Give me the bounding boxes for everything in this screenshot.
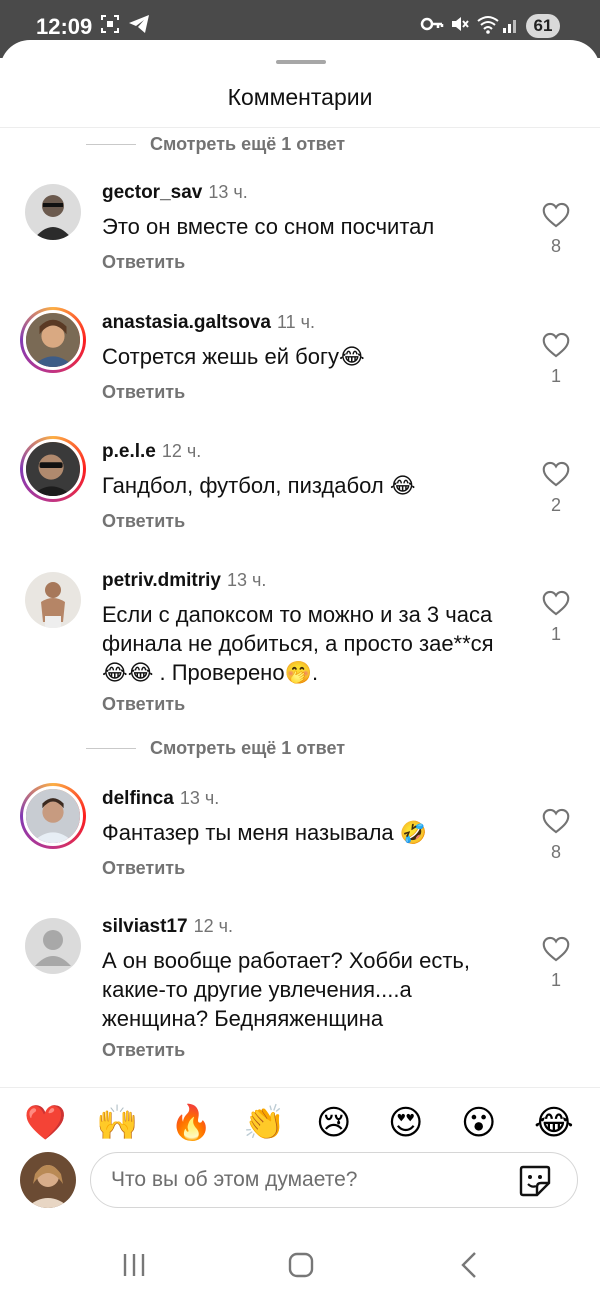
comment-time: 11 ч.	[276, 312, 316, 332]
comment-time: 13 ч.	[208, 182, 248, 202]
comment-time: 12 ч.	[193, 916, 233, 936]
recent-apps-icon[interactable]	[120, 1251, 148, 1279]
reply-button[interactable]: Ответить	[102, 252, 185, 273]
avatar[interactable]	[20, 307, 86, 373]
avatar[interactable]	[25, 918, 81, 974]
heart-icon	[542, 202, 570, 228]
comment-text: Сотрется жешь ей богу😂	[102, 344, 365, 369]
sheet-title: Комментарии	[227, 84, 373, 110]
heart-icon	[542, 590, 570, 616]
comment-time: 13 ч.	[179, 788, 220, 808]
view-more-label: Смотреть ещё 1 ответ	[150, 133, 346, 154]
heart-icon	[542, 332, 570, 358]
divider	[86, 143, 136, 145]
comment-text: Гандбол, футбол, пиздабол 😂	[102, 473, 416, 498]
comment-header: p.e.l.e 12 ч.	[102, 441, 201, 463]
divider	[0, 127, 600, 128]
comment-username[interactable]: delfinca	[102, 788, 174, 809]
comment-header: gector_sav 13 ч.	[102, 182, 248, 204]
like-button[interactable]: 2	[540, 461, 572, 516]
view-more-replies[interactable]: Смотреть ещё 1 ответ	[86, 132, 345, 156]
reply-button[interactable]: Ответить	[102, 382, 185, 403]
comment-username[interactable]: p.e.l.e	[102, 441, 156, 462]
comment-input-placeholder: Что вы об этом думаете?	[111, 1168, 358, 1191]
heart-icon	[542, 808, 570, 834]
view-more-replies[interactable]: Смотреть ещё 1 ответ	[86, 736, 345, 760]
back-icon[interactable]	[456, 1251, 484, 1279]
battery-indicator: 61	[526, 14, 560, 38]
like-count: 2	[550, 495, 561, 515]
system-nav-bar	[0, 1235, 600, 1299]
comment-username[interactable]: anastasia.galtsova	[102, 312, 271, 333]
status-time: 12:09	[36, 14, 93, 39]
emoji-raised-hands[interactable]: 🙌	[96, 1100, 138, 1146]
like-count: 8	[550, 236, 561, 256]
like-count: 1	[550, 970, 561, 990]
reply-button[interactable]: Ответить	[102, 1040, 185, 1061]
heart-icon	[542, 461, 570, 487]
avatar[interactable]	[20, 783, 86, 849]
wifi-icon	[476, 14, 500, 39]
divider	[86, 747, 136, 749]
emoji-heart[interactable]: ❤️	[24, 1100, 66, 1146]
signal-icon	[502, 14, 520, 39]
screenshot-icon	[100, 14, 120, 39]
like-count: 1	[550, 624, 561, 644]
sticker-icon[interactable]	[517, 1163, 553, 1199]
comment-time: 13 ч.	[226, 570, 267, 590]
my-avatar	[20, 1152, 76, 1208]
comment-username[interactable]: gector_sav	[102, 182, 202, 203]
comment-header: petriv.dmitriy 13 ч.	[102, 570, 266, 592]
key-icon	[420, 14, 444, 39]
like-count: 8	[550, 842, 561, 862]
comment-username[interactable]: silviast17	[102, 916, 188, 937]
reply-button[interactable]: Ответить	[102, 694, 185, 715]
like-button[interactable]: 1	[540, 936, 572, 991]
quick-emoji-bar: ❤️ 🙌 🔥 👏 😢 😍 😮 😂	[0, 1100, 600, 1146]
avatar[interactable]	[20, 436, 86, 502]
emoji-clap[interactable]: 👏	[243, 1100, 285, 1146]
comment-input[interactable]: Что вы об этом думаете?	[90, 1152, 578, 1208]
avatar[interactable]	[25, 184, 81, 240]
like-button[interactable]: 1	[540, 332, 572, 387]
like-button[interactable]: 8	[540, 808, 572, 863]
comment-text: Если с дапоксом то можно и за 3 часа фин…	[102, 602, 494, 685]
emoji-heart-eyes[interactable]: 😍	[388, 1100, 423, 1146]
comment-header: anastasia.galtsova 11 ч.	[102, 312, 315, 334]
avatar[interactable]	[25, 572, 81, 628]
comment-header: delfinca 13 ч.	[102, 788, 219, 810]
like-button[interactable]: 8	[540, 202, 572, 257]
telegram-icon	[128, 14, 150, 39]
comment-text: Это он вместе со сном посчитал	[102, 214, 435, 239]
emoji-surprised[interactable]: 😮	[461, 1100, 496, 1146]
mute-icon	[450, 14, 470, 39]
emoji-fire[interactable]: 🔥	[170, 1100, 212, 1146]
view-more-label: Смотреть ещё 1 ответ	[150, 737, 346, 758]
drag-handle[interactable]	[276, 60, 326, 64]
comment-time: 12 ч.	[161, 441, 202, 461]
comment-text: Фантазер ты меня называла 🤣	[102, 820, 428, 845]
emoji-crying[interactable]: 😢	[316, 1100, 351, 1146]
comment-username[interactable]: petriv.dmitriy	[102, 570, 221, 591]
reply-button[interactable]: Ответить	[102, 511, 185, 532]
like-count: 1	[550, 366, 561, 386]
reply-button[interactable]: Ответить	[102, 858, 185, 879]
like-button[interactable]: 1	[540, 590, 572, 645]
comment-text: А он вообще работает? Хобби есть, какие-…	[102, 948, 470, 1031]
comment-header: silviast17 12 ч.	[102, 916, 233, 938]
home-icon[interactable]	[287, 1251, 315, 1279]
emoji-tears-of-joy[interactable]: 😂	[534, 1100, 574, 1146]
heart-icon	[542, 936, 570, 962]
divider	[0, 1087, 600, 1088]
